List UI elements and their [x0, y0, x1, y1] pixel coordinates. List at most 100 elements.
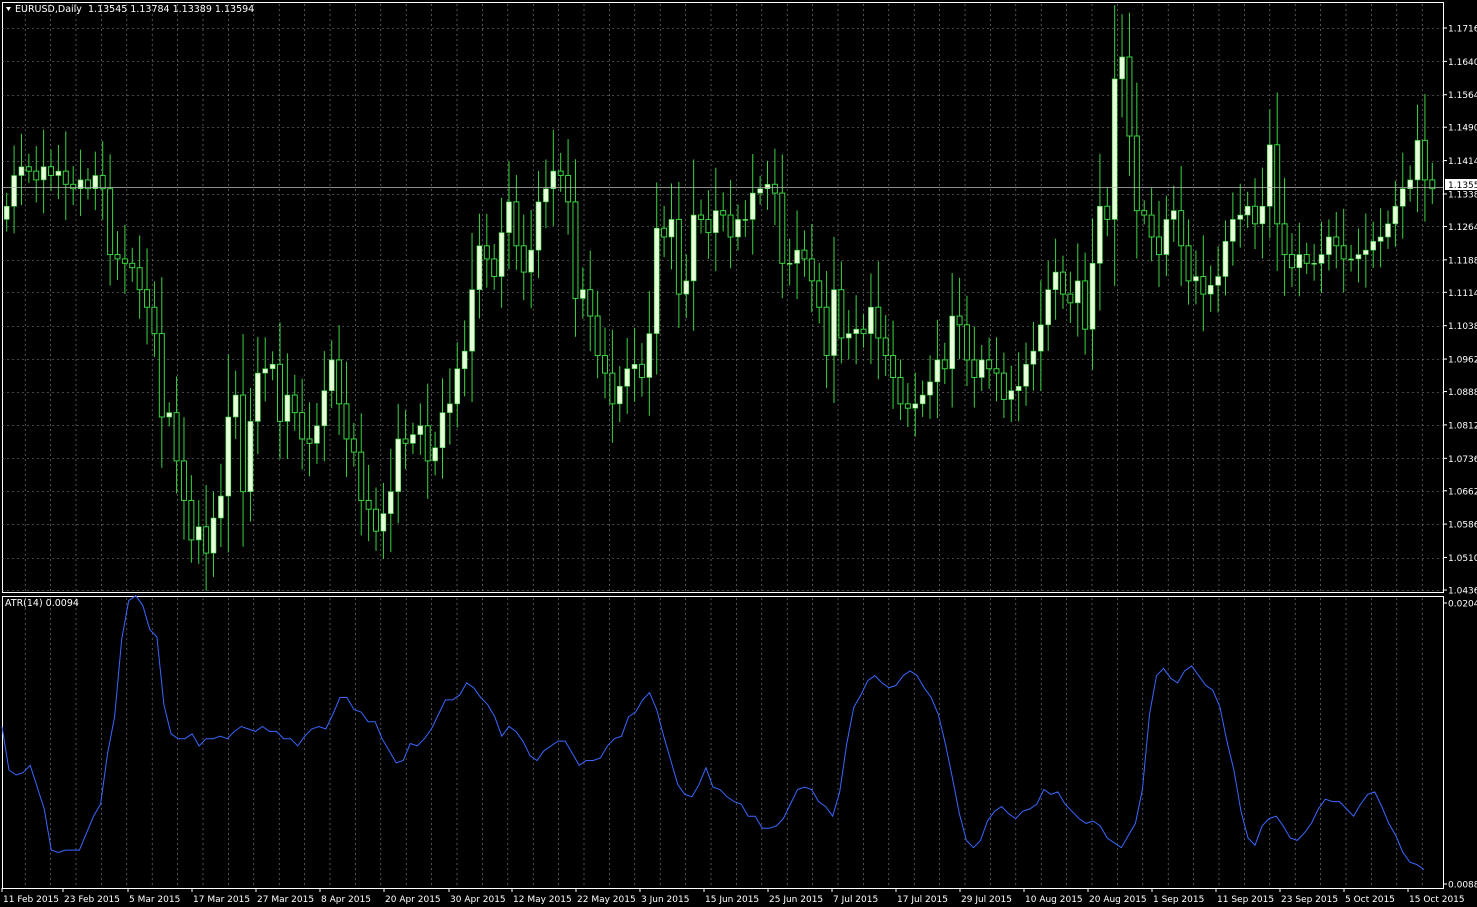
candle-body-bull[interactable] — [314, 425, 320, 444]
candle-body-bull[interactable] — [1399, 188, 1406, 207]
candle-body-bull[interactable] — [831, 289, 837, 356]
candle-body-bull[interactable] — [786, 263, 793, 265]
candle-body-bull[interactable] — [949, 315, 955, 370]
candle-body-bull[interactable] — [1311, 263, 1317, 265]
candle-body-bear[interactable] — [276, 363, 283, 422]
candle-body-bear[interactable] — [1104, 205, 1111, 220]
candle-body-bull[interactable] — [1089, 263, 1096, 330]
candle-body-bear[interactable] — [1281, 223, 1288, 256]
candle-body-bull[interactable] — [380, 513, 387, 532]
candle-body-bear[interactable] — [343, 403, 350, 440]
candle-body-bull[interactable] — [1244, 205, 1251, 216]
candle-body-bull[interactable] — [757, 188, 763, 194]
candle-body-bear[interactable] — [483, 245, 490, 260]
candle-body-bull[interactable] — [927, 381, 933, 396]
candle-body-bull[interactable] — [454, 368, 461, 405]
candle-body-bull[interactable] — [225, 416, 232, 497]
candle-body-bear[interactable] — [720, 210, 727, 216]
candle-body-bull[interactable] — [432, 447, 438, 462]
candle-body-bear[interactable] — [48, 166, 55, 177]
candle-body-bear[interactable] — [151, 306, 158, 335]
candle-body-bear[interactable] — [291, 394, 298, 414]
candle-body-bull[interactable] — [262, 368, 269, 374]
candle-body-bear[interactable] — [594, 315, 601, 357]
candle-body-bear[interactable] — [114, 254, 121, 260]
candle-body-bull[interactable] — [912, 403, 919, 409]
candle-body-bear[interactable] — [180, 460, 187, 501]
candle-body-bear[interactable] — [1059, 271, 1066, 295]
candle-body-bull[interactable] — [166, 412, 172, 418]
candle-body-bear[interactable] — [33, 170, 40, 181]
candle-body-bear[interactable] — [1421, 139, 1428, 181]
candle-body-bear[interactable] — [890, 355, 897, 378]
candle-body-bull[interactable] — [1296, 254, 1303, 269]
candle-body-bear[interactable] — [602, 355, 609, 374]
candle-body-bull[interactable] — [269, 364, 276, 370]
candle-body-bear[interactable] — [1156, 236, 1163, 256]
candle-body-bear[interactable] — [107, 188, 114, 256]
candle-body-bull[interactable] — [1074, 280, 1081, 304]
candle-body-bear[interactable] — [986, 359, 993, 370]
candle-body-bull[interactable] — [550, 170, 557, 189]
candle-body-bear[interactable] — [1252, 205, 1259, 225]
candle-body-bear[interactable] — [993, 368, 1000, 374]
candle-body-bear[interactable] — [971, 359, 978, 378]
candle-body-bull[interactable] — [690, 214, 697, 282]
candle-body-bull[interactable] — [1008, 390, 1015, 400]
candle-body-bear[interactable] — [306, 438, 313, 444]
candle-body-bear[interactable] — [572, 201, 579, 299]
candle-body-bear[interactable] — [1333, 236, 1340, 247]
candle-body-bull[interactable] — [646, 333, 653, 378]
candle-body-bull[interactable] — [255, 372, 261, 422]
candle-body-bull[interactable] — [55, 170, 62, 176]
candle-body-bear[interactable] — [144, 289, 151, 308]
candle-body-bull[interactable] — [387, 491, 394, 514]
candle-body-bull[interactable] — [735, 219, 741, 238]
candle-body-bear[interactable] — [1082, 280, 1089, 330]
candle-body-bear[interactable] — [1148, 214, 1155, 238]
chart-canvas[interactable]: 1.1716 1.1640 1.1564 1.1490 1.1414 1.1338 1.12… — [0, 0, 1477, 907]
candle-body-bull[interactable] — [580, 289, 586, 299]
candle-body-bear[interactable] — [62, 170, 69, 185]
candle-body-bear[interactable] — [897, 376, 904, 405]
candle-body-bear[interactable] — [875, 306, 882, 339]
candle-body-bear[interactable] — [188, 499, 195, 541]
candle-body-bear[interactable] — [587, 289, 594, 317]
candle-body-bear[interactable] — [136, 267, 143, 291]
candle-body-bull[interactable] — [11, 175, 17, 207]
candle-body-bull[interactable] — [1038, 324, 1044, 352]
candle-body-bull[interactable] — [40, 166, 47, 181]
candle-body-bear[interactable] — [1303, 254, 1310, 264]
candle-body-bull[interactable] — [794, 249, 800, 264]
candle-body-bull[interactable] — [713, 210, 719, 233]
candle-body-bull[interactable] — [764, 184, 771, 189]
candle-body-bull[interactable] — [624, 368, 630, 387]
candle-body-bear[interactable] — [1178, 210, 1185, 247]
candle-body-bull[interactable] — [92, 175, 99, 189]
candle-body-bear[interactable] — [557, 170, 564, 177]
candle-body-bull[interactable] — [853, 328, 859, 334]
candle-body-bear[interactable] — [808, 258, 815, 282]
candle-body-bull[interactable] — [3, 205, 10, 220]
candle-body-bear[interactable] — [823, 306, 830, 357]
candle-body-bear[interactable] — [882, 337, 889, 357]
candle-body-bear[interactable] — [513, 201, 520, 247]
candle-body-bear[interactable] — [350, 438, 357, 453]
candle-body-bull[interactable] — [284, 394, 291, 422]
candle-body-bear[interactable] — [675, 218, 682, 295]
candle-body-bull[interactable] — [461, 350, 468, 370]
candle-body-bear[interactable] — [838, 289, 845, 339]
candle-body-bear[interactable] — [1340, 245, 1347, 260]
candle-body-bear[interactable] — [963, 324, 970, 361]
candle-body-bear[interactable] — [638, 363, 645, 378]
candle-body-bull[interactable] — [742, 219, 749, 221]
candle-body-bear[interactable] — [402, 438, 409, 444]
candle-body-bear[interactable] — [609, 372, 616, 405]
candle-body-bear[interactable] — [1126, 56, 1133, 137]
candle-body-bear[interactable] — [203, 526, 210, 554]
candle-body-bull[interactable] — [1385, 223, 1391, 238]
candle-body-bull[interactable] — [1392, 205, 1399, 225]
candle-body-bear[interactable] — [240, 394, 247, 493]
candle-body-bull[interactable] — [476, 245, 483, 290]
candle-body-bear[interactable] — [1288, 254, 1295, 269]
